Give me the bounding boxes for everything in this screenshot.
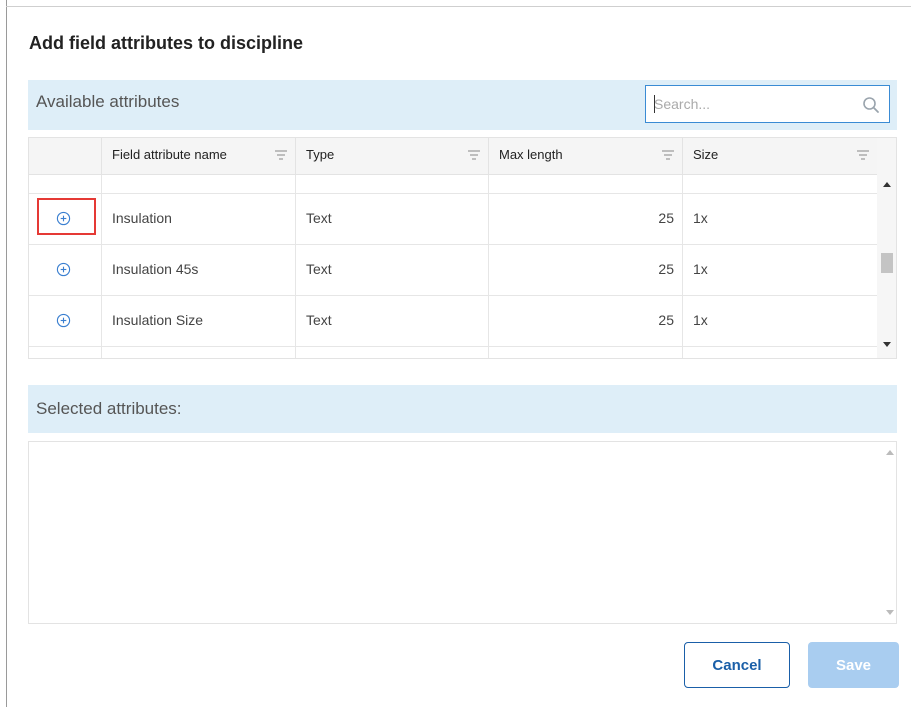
row-action-cell: [29, 194, 102, 244]
row-cell: [683, 347, 877, 358]
row-cell: [489, 175, 683, 193]
cell-name-text: Insulation 45s: [112, 261, 199, 277]
table-row-partial: [29, 175, 877, 194]
scroll-thumb[interactable]: [881, 253, 893, 273]
cell-max-length: 25: [489, 245, 683, 295]
available-attributes-grid: Field attribute name Type Max length Siz…: [28, 137, 897, 359]
dialog-left-border: [6, 0, 7, 707]
row-action-cell: [29, 296, 102, 346]
column-header-type[interactable]: Type: [296, 138, 489, 174]
row-cell: [489, 347, 683, 358]
search-input[interactable]: [654, 86, 854, 122]
row-cell: [102, 175, 296, 193]
cell-size-text: 1x: [693, 210, 708, 226]
table-row: Insulation Text 25 1x: [29, 194, 877, 245]
scroll-down-arrow-icon[interactable]: [883, 342, 891, 347]
cell-name: Insulation Size: [102, 296, 296, 346]
selected-attributes-header: Selected attributes:: [28, 385, 897, 433]
filter-icon[interactable]: [275, 150, 287, 160]
save-button[interactable]: Save: [808, 642, 899, 688]
row-cell: [296, 347, 489, 358]
available-attributes-header: Available attributes: [28, 80, 897, 130]
selected-attributes-list[interactable]: [28, 441, 897, 624]
table-row-partial: [29, 347, 877, 358]
cell-type-text: Text: [306, 312, 332, 328]
row-cell: [102, 347, 296, 358]
cell-max-length-text: 25: [658, 261, 674, 277]
selected-attributes-label: Selected attributes:: [36, 399, 182, 418]
cell-size-text: 1x: [693, 312, 708, 328]
available-attributes-label: Available attributes: [36, 92, 180, 111]
cell-type: Text: [296, 245, 489, 295]
cancel-button[interactable]: Cancel: [684, 642, 790, 688]
text-caret: [654, 95, 655, 113]
column-header-size-label: Size: [693, 147, 719, 162]
add-circle-icon[interactable]: [56, 313, 71, 328]
column-header-type-label: Type: [306, 147, 335, 162]
cell-type: Text: [296, 296, 489, 346]
row-action-cell: [29, 347, 102, 358]
cell-size: 1x: [683, 194, 877, 244]
cell-type: Text: [296, 194, 489, 244]
column-header-max-length[interactable]: Max length: [489, 138, 683, 174]
cell-name: Insulation 45s: [102, 245, 296, 295]
cell-size: 1x: [683, 245, 877, 295]
row-cell: [296, 175, 489, 193]
cell-type-text: Text: [306, 210, 332, 226]
row-cell: [683, 175, 877, 193]
grid-body: Insulation Text 25 1x Insulation 45s Tex…: [29, 175, 877, 358]
scroll-up-arrow-icon[interactable]: [886, 450, 894, 455]
column-header-name-label: Field attribute name: [112, 147, 227, 162]
row-action-cell: [29, 245, 102, 295]
add-circle-icon[interactable]: [56, 211, 71, 226]
filter-icon[interactable]: [662, 150, 674, 160]
grid-header: Field attribute name Type Max length Siz…: [29, 138, 877, 175]
filter-icon[interactable]: [857, 150, 869, 160]
filter-icon[interactable]: [468, 150, 480, 160]
cell-size-text: 1x: [693, 261, 708, 277]
cell-max-length: 25: [489, 296, 683, 346]
cell-max-length: 25: [489, 194, 683, 244]
dialog-title: Add field attributes to discipline: [29, 33, 304, 53]
cell-max-length-text: 25: [658, 210, 674, 226]
column-header-name[interactable]: Field attribute name: [102, 138, 296, 174]
cell-name-text: Insulation: [112, 210, 172, 226]
column-header-size[interactable]: Size: [683, 138, 877, 174]
scroll-down-arrow-icon[interactable]: [886, 610, 894, 615]
table-row: Insulation 45s Text 25 1x: [29, 245, 877, 296]
cell-size: 1x: [683, 296, 877, 346]
cell-max-length-text: 25: [658, 312, 674, 328]
grid-header-action-column: [29, 138, 102, 174]
column-header-max-length-label: Max length: [499, 147, 563, 162]
cell-name: Insulation: [102, 194, 296, 244]
dialog-top-border: [6, 6, 911, 7]
add-circle-icon[interactable]: [56, 262, 71, 277]
row-action-cell: [29, 175, 102, 193]
cell-type-text: Text: [306, 261, 332, 277]
cell-name-text: Insulation Size: [112, 312, 204, 328]
table-row: Insulation Size Text 25 1x: [29, 296, 877, 347]
scroll-up-arrow-icon[interactable]: [883, 182, 891, 187]
search-icon[interactable]: [861, 95, 881, 115]
grid-scrollbar[interactable]: [877, 138, 896, 358]
search-box[interactable]: [645, 85, 890, 123]
